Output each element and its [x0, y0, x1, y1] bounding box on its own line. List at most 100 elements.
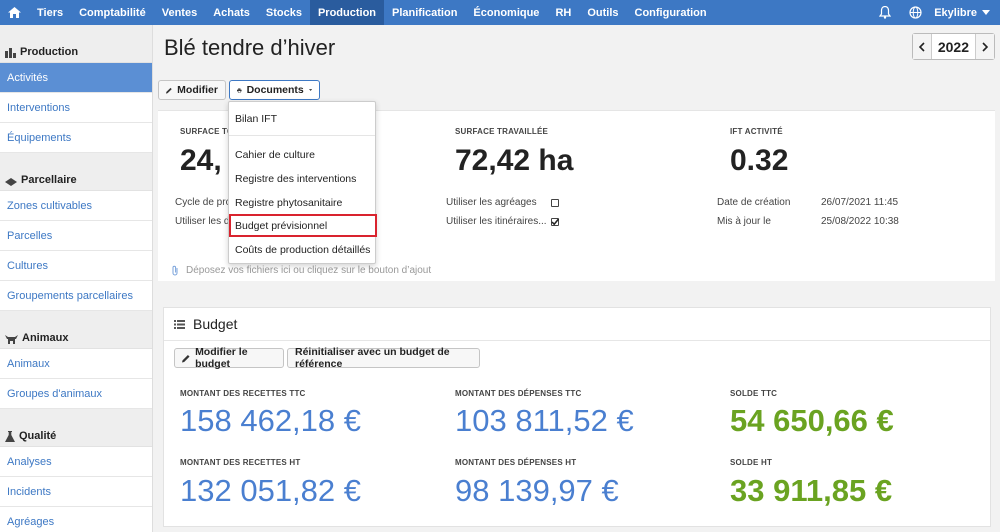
top-navigation: Tiers Comptabilité Ventes Achats Stocks …: [0, 0, 1000, 25]
reset-budget-label: Réinitialiser avec un budget de référenc…: [295, 346, 450, 370]
list-icon: [174, 319, 185, 329]
use-label: Utiliser les d: [175, 216, 230, 227]
recettes-ttc-label: MONTANT DES RECETTES TTC: [180, 389, 306, 398]
nav-ventes[interactable]: Ventes: [154, 0, 205, 25]
budget-title: Budget: [174, 316, 237, 332]
sidebar-section-title: Production: [20, 46, 79, 58]
menu-item-bilan-ift[interactable]: Bilan IFT: [229, 107, 375, 130]
sidebar-item-agreages[interactable]: Agréages: [0, 507, 152, 532]
check-icon: [551, 218, 559, 226]
sidebar-section-qualite: Qualité: [0, 409, 152, 447]
flask-icon: [5, 431, 15, 442]
previous-year-button[interactable]: [912, 34, 931, 59]
sidebar-item-parcelles[interactable]: Parcelles: [0, 221, 152, 251]
sidebar-section-title: Qualité: [19, 430, 57, 442]
nav-economique[interactable]: Économique: [465, 0, 547, 25]
updated-value: 25/08/2022 10:38: [821, 216, 899, 227]
nav-achats[interactable]: Achats: [205, 0, 258, 25]
sidebar-section-title: Parcellaire: [21, 174, 77, 186]
edit-budget-label: Modifier le budget: [195, 346, 248, 370]
nav-production[interactable]: Production: [309, 0, 385, 25]
sidebar-item-groupements-parcellaires[interactable]: Groupements parcellaires: [0, 281, 152, 311]
documents-button[interactable]: Documents: [229, 80, 320, 100]
sidebar-section-animaux: Animaux: [0, 311, 152, 349]
menu-item-registre-interventions[interactable]: Registre des interventions: [229, 167, 375, 190]
paperclip-icon: [172, 265, 178, 276]
page-title: Blé tendre d’hiver: [164, 35, 336, 60]
sidebar: Production Activités Interventions Équip…: [0, 25, 153, 532]
ift-value: 0.32: [730, 144, 789, 177]
recettes-ttc-value: 158 462,18 €: [180, 403, 362, 438]
cycle-label: Cycle de pro: [175, 197, 232, 208]
created-value: 26/07/2021 11:45: [821, 197, 899, 208]
chevron-right-icon: [982, 41, 988, 52]
sidebar-section-parcellaire: Parcellaire: [0, 153, 152, 191]
pencil-icon: [182, 354, 190, 363]
documents-dropdown-menu: Bilan IFT Cahier de culture Registre des…: [228, 101, 377, 264]
use-itineraires-checkbox[interactable]: [551, 218, 559, 226]
sidebar-item-equipements[interactable]: Équipements: [0, 123, 152, 153]
solde-ttc-label: SOLDE TTC: [730, 389, 778, 398]
user-name: Ekylibre: [934, 6, 977, 19]
bell-icon[interactable]: [870, 0, 900, 25]
next-year-button[interactable]: [976, 34, 994, 59]
reset-budget-button[interactable]: Réinitialiser avec un budget de référenc…: [287, 346, 480, 370]
sidebar-item-activites[interactable]: Activités: [0, 63, 152, 93]
nav-stocks[interactable]: Stocks: [258, 0, 310, 25]
globe-icon[interactable]: [900, 0, 930, 25]
nav-rh[interactable]: RH: [547, 0, 579, 25]
recettes-ht-value: 132 051,82 €: [180, 473, 362, 508]
solde-ht-label: SOLDE HT: [730, 458, 773, 467]
caret-down-icon: [308, 89, 312, 91]
use-agreages-checkbox[interactable]: [551, 199, 559, 207]
sidebar-item-animaux[interactable]: Animaux: [0, 349, 152, 379]
nav-configuration[interactable]: Configuration: [627, 0, 715, 25]
use-itineraires-label: Utiliser les itinéraires...: [446, 216, 547, 227]
depenses-ht-label: MONTANT DES DÉPENSES HT: [455, 458, 577, 467]
modify-button-label: Modifier: [177, 84, 218, 96]
dropzone-text: Déposez vos fichiers ici ou cliquez sur …: [186, 265, 432, 276]
nav-comptabilite[interactable]: Comptabilité: [71, 0, 154, 25]
updated-label: Mis à jour le: [717, 216, 771, 227]
solde-ht-value: 33 911,85 €: [730, 473, 893, 508]
field-icon: [5, 178, 17, 186]
sidebar-item-zones-cultivables[interactable]: Zones cultivables: [0, 191, 152, 221]
menu-divider: [229, 135, 375, 136]
depenses-ht-value: 98 139,97 €: [455, 473, 619, 508]
sidebar-section-title: Animaux: [22, 332, 69, 344]
ift-label: IFT ACTIVITÉ: [730, 127, 783, 136]
chevron-left-icon: [918, 41, 925, 52]
nav-outils[interactable]: Outils: [579, 0, 626, 25]
budget-panel: Budget Modifier le budget Réinitialiser …: [163, 307, 991, 527]
sidebar-item-incidents[interactable]: Incidents: [0, 477, 152, 507]
menu-item-budget-previsionnel[interactable]: Budget prévisionnel: [229, 214, 377, 237]
edit-budget-button[interactable]: Modifier le budget: [174, 346, 284, 370]
user-menu[interactable]: Ekylibre: [930, 0, 1000, 25]
sidebar-item-analyses[interactable]: Analyses: [0, 447, 152, 477]
home-icon[interactable]: [0, 0, 29, 25]
sidebar-item-groupes-animaux[interactable]: Groupes d'animaux: [0, 379, 152, 409]
sidebar-item-cultures[interactable]: Cultures: [0, 251, 152, 281]
use-agreages-label: Utiliser les agréages: [446, 197, 537, 208]
menu-item-cahier-de-culture[interactable]: Cahier de culture: [229, 143, 375, 166]
surface-worked-value: 72,42 ha: [455, 144, 574, 177]
file-dropzone[interactable]: Déposez vos fichiers ici ou cliquez sur …: [171, 265, 431, 276]
recettes-ht-label: MONTANT DES RECETTES HT: [180, 458, 301, 467]
printer-icon: [237, 87, 242, 93]
sidebar-section-production: Production: [0, 25, 152, 63]
nav-planification[interactable]: Planification: [384, 0, 465, 25]
current-year: 2022: [930, 34, 976, 59]
pencil-icon: [166, 87, 172, 94]
nav-tiers[interactable]: Tiers: [29, 0, 71, 25]
menu-item-couts-production[interactable]: Coûts de production détaillés: [229, 238, 375, 261]
surface-total-label: SURFACE TO: [180, 127, 234, 136]
depenses-ttc-value: 103 811,52 €: [455, 403, 634, 438]
modify-button[interactable]: Modifier: [158, 80, 226, 100]
budget-title-text: Budget: [193, 316, 238, 332]
created-label: Date de création: [717, 197, 791, 208]
sidebar-item-interventions[interactable]: Interventions: [0, 93, 152, 123]
menu-item-registre-phytosanitaire[interactable]: Registre phytosanitaire: [229, 191, 375, 214]
budget-divider: [164, 340, 990, 341]
year-navigator: 2022: [911, 33, 995, 60]
documents-button-label: Documents: [246, 84, 304, 96]
